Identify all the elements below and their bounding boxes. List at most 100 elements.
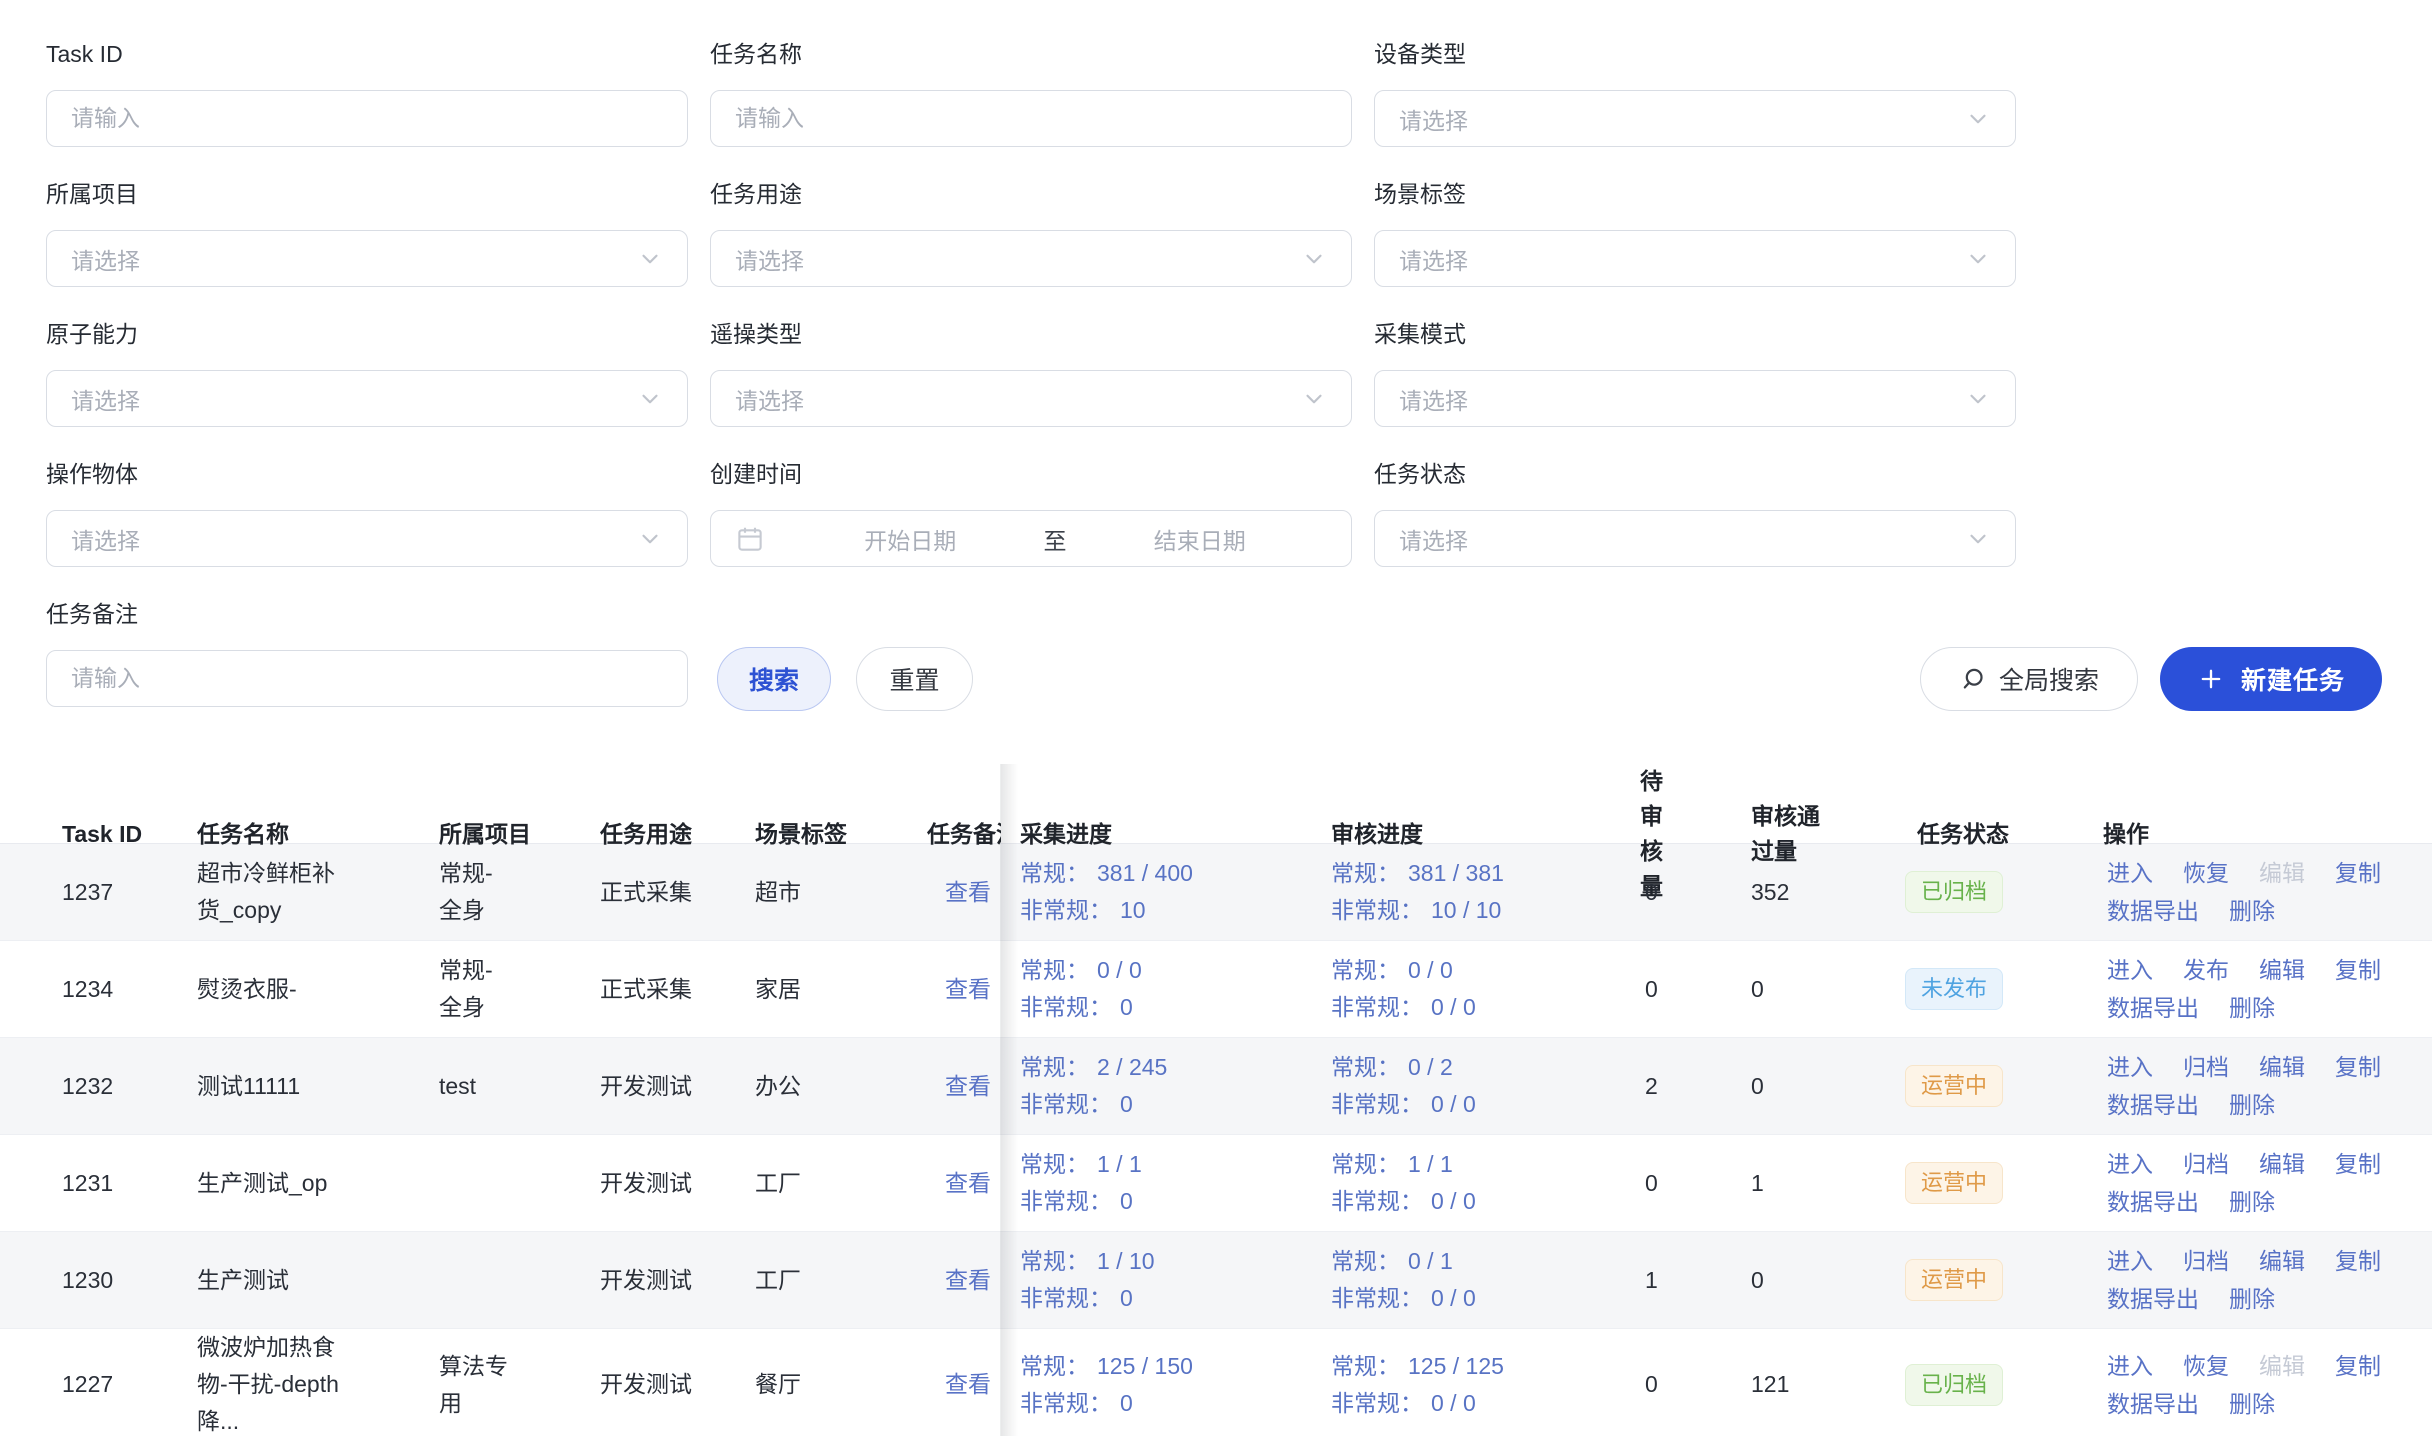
chevron-down-icon (1965, 246, 1991, 272)
view-remark-link[interactable]: 查看 (945, 1073, 991, 1099)
cell-scene: 家居 (755, 971, 927, 1008)
action-export[interactable]: 数据导出 (2107, 1284, 2199, 1314)
action-copy[interactable]: 复制 (2335, 1351, 2381, 1381)
select-placeholder: 请选择 (71, 522, 625, 556)
collection-mode-select[interactable]: 请选择 (1374, 370, 2016, 427)
action-restore[interactable]: 恢复 (2183, 858, 2229, 888)
task-name-input[interactable] (710, 90, 1352, 147)
view-remark-link[interactable]: 查看 (945, 976, 991, 1002)
teleop-type-select[interactable]: 请选择 (710, 370, 1352, 427)
action-copy[interactable]: 复制 (2335, 955, 2381, 985)
action-archive[interactable]: 归档 (2183, 1052, 2229, 1082)
cell-project: 算法专用 (439, 1348, 531, 1422)
cell-collect-progress: 常规：381 / 400 非常规：10 (1020, 855, 1331, 929)
action-export[interactable]: 数据导出 (2107, 993, 2199, 1023)
col-project: 所属项目 (439, 817, 600, 852)
table-row: 1232 测试11111 test 开发测试 办公 查看 常规：2 / 245 … (0, 1038, 2432, 1135)
action-export[interactable]: 数据导出 (2107, 896, 2199, 926)
start-date-placeholder[interactable]: 开始日期 (783, 522, 1038, 556)
action-archive[interactable]: 归档 (2183, 1246, 2229, 1276)
cell-task-name: 熨烫衣服- (197, 971, 373, 1008)
action-delete[interactable]: 删除 (2229, 1187, 2275, 1217)
action-copy[interactable]: 复制 (2335, 1149, 2381, 1179)
action-export[interactable]: 数据导出 (2107, 1389, 2199, 1419)
create-task-label: 新建任务 (2241, 661, 2345, 697)
action-restore[interactable]: 恢复 (2183, 1351, 2229, 1381)
view-remark-link[interactable]: 查看 (945, 879, 991, 905)
cell-approved-count: 0 (1726, 971, 1900, 1008)
action-delete[interactable]: 删除 (2229, 1389, 2275, 1419)
create-time-range[interactable]: 开始日期 至 结束日期 (710, 510, 1352, 567)
operation-object-select[interactable]: 请选择 (46, 510, 688, 567)
chevron-down-icon (1965, 526, 1991, 552)
scene-tag-select[interactable]: 请选择 (1374, 230, 2016, 287)
cell-review-progress: 常规：0 / 0 非常规：0 / 0 (1331, 952, 1616, 1026)
table-row: 1237 超市冷鲜柜补货_copy 常规-全身 正式采集 超市 查看 常规：38… (0, 844, 2432, 941)
action-publish[interactable]: 发布 (2183, 955, 2229, 985)
global-search-button[interactable]: 全局搜索 (1920, 647, 2138, 711)
end-date-placeholder[interactable]: 结束日期 (1073, 522, 1328, 556)
task-remark-input[interactable] (46, 650, 688, 707)
cell-collect-progress: 常规：1 / 10 非常规：0 (1020, 1243, 1331, 1317)
field-label: 遥操类型 (710, 320, 1352, 348)
cell-approved-count: 0 (1726, 1068, 1900, 1105)
action-edit: 编辑 (2259, 1351, 2305, 1381)
action-copy[interactable]: 复制 (2335, 1052, 2381, 1082)
action-delete[interactable]: 删除 (2229, 1284, 2275, 1314)
filter-field-project: 所属项目 请选择 (46, 180, 688, 287)
cell-purpose: 开发测试 (600, 1366, 755, 1403)
action-delete[interactable]: 删除 (2229, 993, 2275, 1023)
create-task-button[interactable]: 新建任务 (2160, 647, 2382, 711)
cell-task-name: 超市冷鲜柜补货_copy (197, 855, 373, 929)
filter-panel: Task ID 任务名称 设备类型 请选择 所属项目 请选择 (46, 40, 2382, 707)
device-type-select[interactable]: 请选择 (1374, 90, 2016, 147)
project-select[interactable]: 请选择 (46, 230, 688, 287)
action-delete[interactable]: 删除 (2229, 1090, 2275, 1120)
action-copy[interactable]: 复制 (2335, 858, 2381, 888)
field-label: 创建时间 (710, 460, 1352, 488)
status-badge: 已归档 (1905, 1364, 2003, 1406)
search-icon (1959, 665, 1987, 693)
row-actions: 进入 归档 编辑 复制 数据导出 删除 (2107, 1246, 2427, 1314)
action-export[interactable]: 数据导出 (2107, 1090, 2199, 1120)
action-enter[interactable]: 进入 (2107, 858, 2153, 888)
cell-collect-progress: 常规：1 / 1 非常规：0 (1020, 1146, 1331, 1220)
action-enter[interactable]: 进入 (2107, 1351, 2153, 1381)
task-status-select[interactable]: 请选择 (1374, 510, 2016, 567)
action-edit[interactable]: 编辑 (2259, 955, 2305, 985)
reset-button[interactable]: 重置 (856, 647, 973, 711)
col-status: 任务状态 (1900, 817, 2080, 852)
view-remark-link[interactable]: 查看 (945, 1371, 991, 1397)
field-label: 场景标签 (1374, 180, 2016, 208)
action-edit: 编辑 (2259, 858, 2305, 888)
field-label: Task ID (46, 40, 688, 68)
action-export[interactable]: 数据导出 (2107, 1187, 2199, 1217)
cell-purpose: 正式采集 (600, 971, 755, 1008)
chevron-down-icon (637, 246, 663, 272)
action-copy[interactable]: 复制 (2335, 1246, 2381, 1276)
action-enter[interactable]: 进入 (2107, 1149, 2153, 1179)
atomic-ability-select[interactable]: 请选择 (46, 370, 688, 427)
action-edit[interactable]: 编辑 (2259, 1246, 2305, 1276)
cell-task-id: 1227 (62, 1366, 197, 1403)
cell-collect-progress: 常规：2 / 245 非常规：0 (1020, 1049, 1331, 1123)
select-placeholder: 请选择 (1399, 382, 1953, 416)
action-enter[interactable]: 进入 (2107, 955, 2153, 985)
filter-field-task-name: 任务名称 (710, 40, 1352, 147)
col-operations: 操作 (2080, 817, 2432, 852)
view-remark-link[interactable]: 查看 (945, 1170, 991, 1196)
action-enter[interactable]: 进入 (2107, 1246, 2153, 1276)
col-approved-count: 审核通过量 (1726, 799, 1826, 869)
task-id-input[interactable] (46, 90, 688, 147)
search-button[interactable]: 搜索 (717, 647, 831, 711)
view-remark-link[interactable]: 查看 (945, 1267, 991, 1293)
status-badge: 已归档 (1905, 871, 2003, 913)
action-delete[interactable]: 删除 (2229, 896, 2275, 926)
action-archive[interactable]: 归档 (2183, 1149, 2229, 1179)
field-label: 设备类型 (1374, 40, 2016, 68)
action-enter[interactable]: 进入 (2107, 1052, 2153, 1082)
action-edit[interactable]: 编辑 (2259, 1052, 2305, 1082)
cell-review-progress: 常规：381 / 381 非常规：10 / 10 (1331, 855, 1616, 929)
action-edit[interactable]: 编辑 (2259, 1149, 2305, 1179)
task-purpose-select[interactable]: 请选择 (710, 230, 1352, 287)
